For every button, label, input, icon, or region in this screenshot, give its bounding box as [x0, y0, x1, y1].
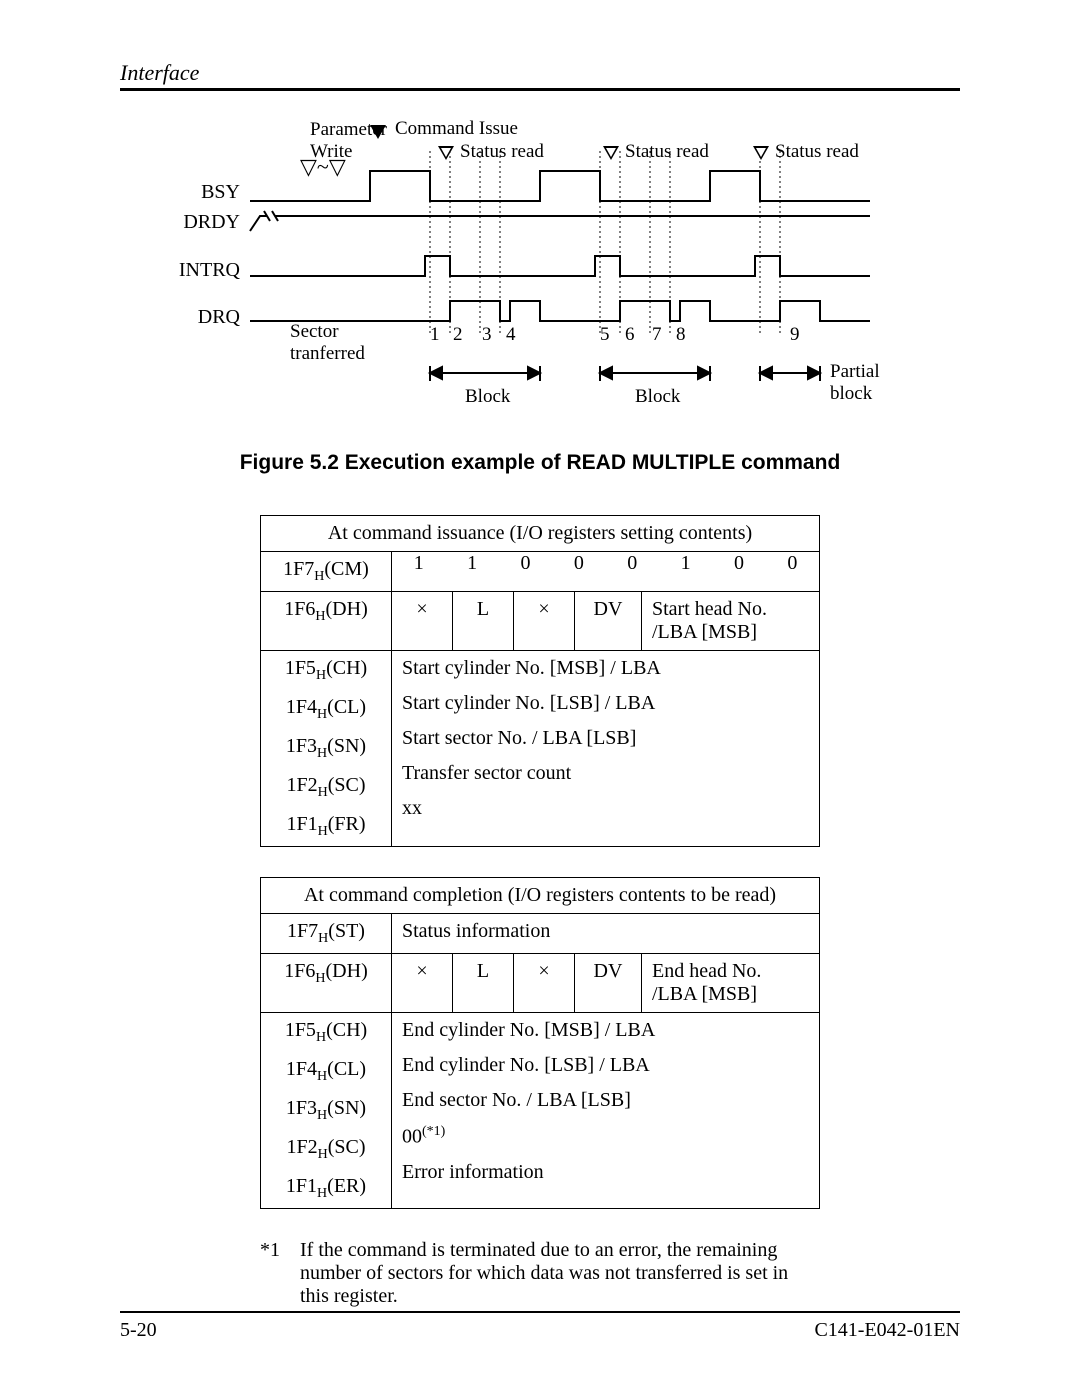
intrq-label: INTRQ [170, 259, 240, 282]
issuance-title: At command issuance (I/O registers setti… [261, 516, 820, 552]
reg-ch2: 1F5H(CH) [261, 1013, 391, 1052]
section-header: Interface [120, 60, 960, 91]
reg-cl2: 1F4H(CL) [261, 1052, 391, 1091]
reg-sn: 1F3H(SN) [261, 729, 391, 768]
dh-c4: DV [575, 592, 642, 651]
st-val: Status information [392, 914, 820, 954]
status-read-label-3: Status read [775, 141, 859, 163]
dh2-c2: L [453, 954, 514, 1013]
completion-table: At command completion (I/O registers con… [260, 877, 820, 1209]
footnote: *1 If the command is terminated due to a… [260, 1239, 820, 1308]
tick-6: 6 [625, 324, 635, 346]
cm-bit0: 0 [766, 552, 819, 575]
status-read-marker-2 [603, 146, 619, 160]
sc-val: Transfer sector count [392, 756, 819, 791]
cm-bit7: 1 [392, 552, 445, 575]
dh2-c1: × [392, 954, 453, 1013]
cm-bit6: 1 [445, 552, 498, 575]
dh2-c5: End head No. /LBA [MSB] [642, 954, 820, 1013]
page-footer: 5-20 C141-E042-01EN [120, 1311, 960, 1342]
cm-bit3: 0 [606, 552, 659, 575]
status-read-label-2: Status read [625, 141, 709, 163]
block-label-1: Block [465, 386, 510, 408]
tick-3: 3 [482, 324, 492, 346]
er-val: Error information [392, 1155, 819, 1190]
param-write-markers: ▽~▽ [300, 154, 346, 180]
cmd-issue-marker [370, 125, 386, 139]
reg-dh2: 1F6H(DH) [261, 954, 392, 1013]
dh-c2: L [453, 592, 514, 651]
reg-ch: 1F5H(CH) [261, 651, 391, 690]
cm-bit2: 1 [659, 552, 712, 575]
sn2-val: End sector No. / LBA [LSB] [392, 1083, 819, 1118]
issuance-table: At command issuance (I/O registers setti… [260, 515, 820, 847]
figure-caption: Figure 5.2 Execution example of READ MUL… [120, 451, 960, 475]
page-number: 5-20 [120, 1319, 157, 1342]
status-read-marker-1 [438, 146, 454, 160]
cm-bit5: 0 [499, 552, 552, 575]
sn-val: Start sector No. / LBA [LSB] [392, 721, 819, 756]
dh2-c3: × [514, 954, 575, 1013]
ch-val: Start cylinder No. [MSB] / LBA [392, 651, 819, 686]
tick-7: 7 [652, 324, 662, 346]
completion-title: At command completion (I/O registers con… [261, 878, 820, 914]
reg-er: 1F1H(ER) [261, 1169, 391, 1208]
dh2-c4: DV [575, 954, 642, 1013]
cm-bit1: 0 [712, 552, 765, 575]
reg-sc2: 1F2H(SC) [261, 1130, 391, 1169]
drq-label: DRQ [170, 306, 240, 329]
status-read-marker-3 [753, 146, 769, 160]
sc2-val: 00(*1) [392, 1118, 819, 1155]
dh-c3: × [514, 592, 575, 651]
tick-9: 9 [790, 324, 800, 346]
section-name: Interface [120, 60, 199, 85]
partial-block-label: Partialblock [830, 361, 880, 405]
tick-1: 1 [430, 324, 440, 346]
reg-cm: 1F7H(CM) [261, 552, 392, 592]
tick-4: 4 [506, 324, 516, 346]
timing-diagram: ParameterWrite Command Issue Status read… [170, 111, 910, 421]
reg-dh: 1F6H(DH) [261, 592, 392, 651]
reg-sc: 1F2H(SC) [261, 768, 391, 807]
fr-val: xx [392, 791, 819, 826]
block-label-2: Block [635, 386, 680, 408]
cm-bit4: 0 [552, 552, 605, 575]
reg-fr: 1F1H(FR) [261, 807, 391, 846]
doc-number: C141-E042-01EN [814, 1319, 960, 1342]
cmd-issue-label: Command Issue [395, 118, 518, 140]
tick-8: 8 [676, 324, 686, 346]
reg-cl: 1F4H(CL) [261, 690, 391, 729]
dh-c5: Start head No. /LBA [MSB] [642, 592, 820, 651]
tick-2: 2 [453, 324, 463, 346]
cl-val: Start cylinder No. [LSB] / LBA [392, 686, 819, 721]
reg-sn2: 1F3H(SN) [261, 1091, 391, 1130]
footnote-marker: *1 [260, 1239, 300, 1308]
reg-st: 1F7H(ST) [261, 914, 392, 954]
bsy-label: BSY [170, 181, 240, 204]
dh-c1: × [392, 592, 453, 651]
ch2-val: End cylinder No. [MSB] / LBA [392, 1013, 819, 1048]
sector-transferred-label: Sectortranferred [290, 321, 365, 365]
footnote-text: If the command is terminated due to an e… [300, 1239, 820, 1308]
cl2-val: End cylinder No. [LSB] / LBA [392, 1048, 819, 1083]
drdy-label: DRDY [170, 211, 240, 234]
tick-5: 5 [600, 324, 610, 346]
status-read-label-1: Status read [460, 141, 544, 163]
